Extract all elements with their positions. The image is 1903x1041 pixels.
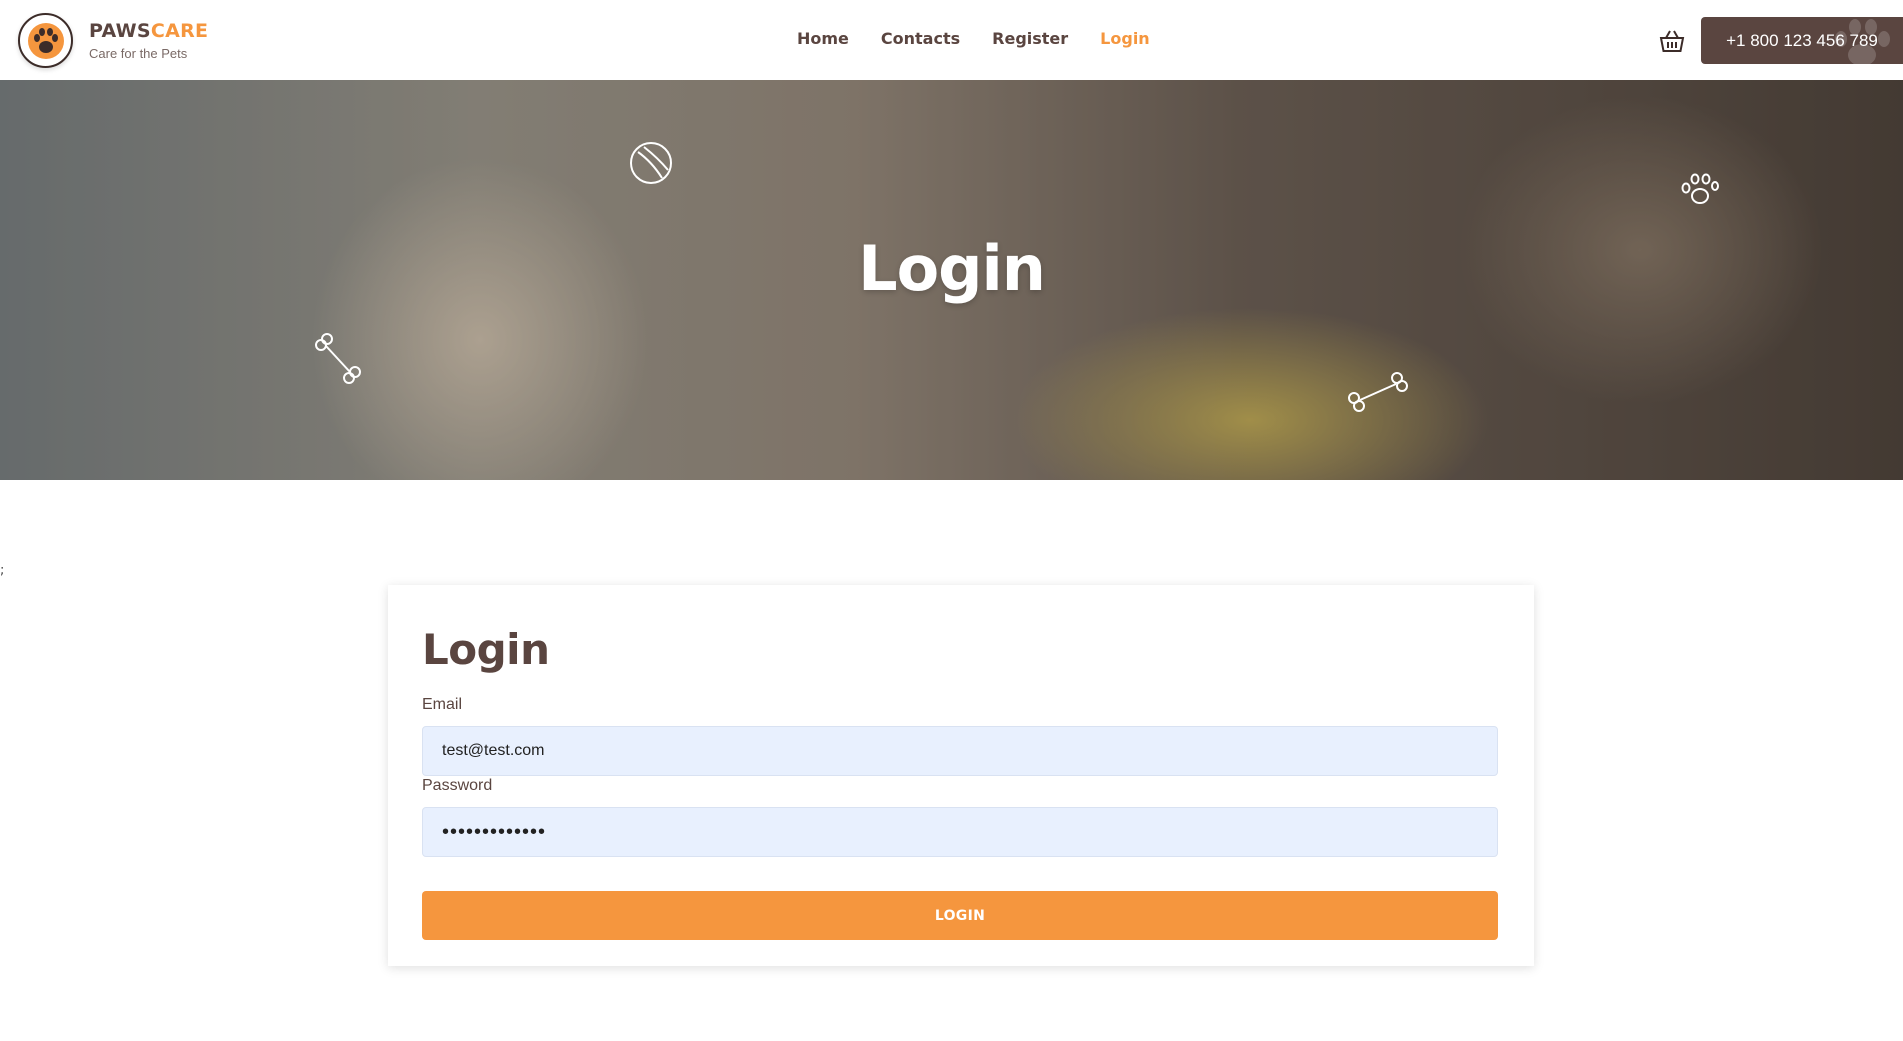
email-field[interactable]: [422, 726, 1498, 776]
login-button[interactable]: LOGIN: [422, 891, 1498, 940]
login-heading: Login: [422, 625, 550, 674]
site-logo[interactable]: PAWSCARE Care for the Pets: [18, 13, 208, 68]
nav-home[interactable]: Home: [797, 29, 849, 48]
basket-icon[interactable]: [1657, 26, 1687, 56]
bone-icon: [1348, 372, 1408, 412]
main-nav: Home Contacts Register Login: [797, 29, 1150, 48]
phone-number: +1 800 123 456 789: [1726, 30, 1878, 50]
paw-logo-icon: [18, 13, 73, 68]
login-card: Login Email Password LOGIN: [388, 585, 1534, 966]
bone-icon: [315, 333, 361, 384]
password-field[interactable]: [422, 807, 1498, 857]
nav-contacts[interactable]: Contacts: [881, 29, 960, 48]
phone-button[interactable]: +1 800 123 456 789: [1701, 17, 1903, 64]
brand-tagline: Care for the Pets: [89, 45, 188, 61]
site-header: PAWSCARE Care for the Pets Home Contacts…: [0, 0, 1903, 80]
hero-title: Login: [858, 232, 1046, 305]
paw-print-icon: [1681, 173, 1719, 204]
nav-register[interactable]: Register: [992, 29, 1068, 48]
hero-banner: Login: [0, 80, 1903, 480]
email-label: Email: [422, 696, 463, 713]
ball-icon: [630, 142, 672, 184]
nav-login[interactable]: Login: [1100, 29, 1150, 48]
stray-text: ;: [0, 563, 5, 578]
password-label: Password: [422, 777, 493, 794]
brand-name: PAWSCARE: [89, 19, 209, 42]
